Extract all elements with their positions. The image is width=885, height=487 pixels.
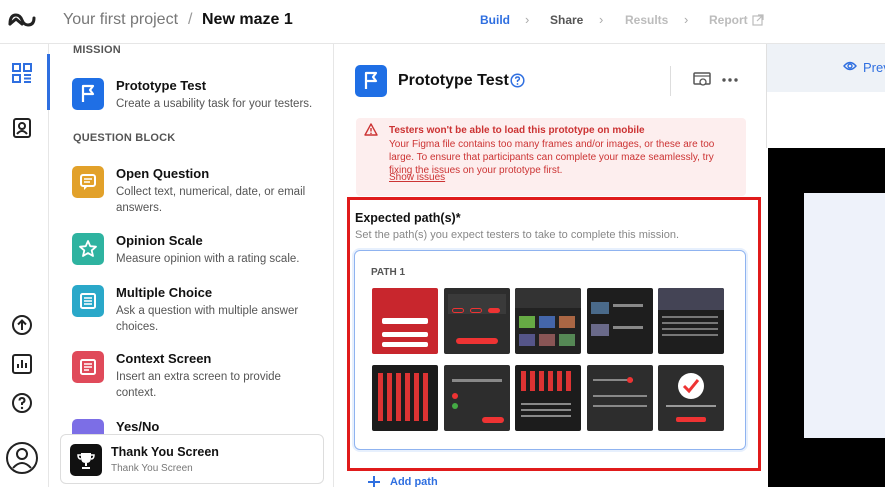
- help-circle-icon[interactable]: [510, 73, 525, 88]
- more-options-icon[interactable]: [722, 77, 738, 83]
- eye-icon: [843, 61, 857, 71]
- show-issues-link[interactable]: Show issues: [389, 172, 445, 183]
- preview-tab[interactable]: Prev: [863, 60, 885, 75]
- chevron-right-icon: ›: [684, 12, 689, 27]
- step-report: Report: [709, 13, 748, 27]
- flag-icon: [72, 78, 104, 110]
- upload-icon[interactable]: [11, 314, 33, 336]
- document-icon: [72, 351, 104, 383]
- chat-icon: [72, 166, 104, 198]
- block-description: Create a usability task for your testers…: [116, 98, 313, 110]
- preview-screen: [804, 193, 885, 438]
- section-heading-mission: MISSION: [73, 44, 121, 56]
- top-bar: Your first project / New maze 1 Build › …: [0, 0, 885, 44]
- preview-header: Prev: [766, 44, 885, 92]
- block-title: Context Screen: [116, 351, 212, 366]
- blocks-panel: MISSION Prototype Test Create a usabilit…: [50, 44, 334, 487]
- block-title: Open Question: [116, 166, 210, 181]
- flag-icon: [355, 65, 387, 97]
- device-preview-icon[interactable]: [693, 72, 711, 88]
- plus-icon[interactable]: [367, 475, 381, 487]
- chevron-right-icon: ›: [525, 12, 530, 27]
- left-nav-rail: [0, 44, 50, 487]
- chevron-right-icon: ›: [599, 12, 604, 27]
- account-icon[interactable]: [5, 441, 39, 475]
- analytics-icon[interactable]: [11, 353, 33, 375]
- block-description: Ask a question with multiple answer choi…: [116, 305, 299, 333]
- block-thank-you-screen[interactable]: Thank You Screen Thank You Screen: [60, 434, 324, 484]
- breadcrumb-maze-title[interactable]: New maze 1: [202, 11, 293, 29]
- trophy-icon: [70, 444, 102, 476]
- thank-you-subtitle: Thank You Screen: [111, 463, 193, 474]
- block-title: Yes/No: [116, 419, 160, 434]
- section-heading-question-block: QUESTION BLOCK: [73, 132, 176, 144]
- editor-title: Prototype Test: [398, 72, 509, 89]
- step-build[interactable]: Build: [480, 13, 510, 27]
- maze-logo-icon[interactable]: [6, 8, 38, 32]
- block-title: Multiple Choice: [116, 285, 213, 300]
- block-title: Prototype Test: [116, 78, 207, 93]
- mobile-warning-banner: Testers won't be able to load this proto…: [356, 118, 746, 196]
- warning-icon: [364, 123, 378, 136]
- step-share[interactable]: Share: [550, 13, 583, 27]
- prototype-preview: [768, 148, 885, 487]
- preview-spacer: [766, 92, 885, 148]
- block-description: Measure opinion with a rating scale.: [116, 253, 300, 265]
- breadcrumb-separator: /: [188, 11, 193, 28]
- block-description: Insert an extra screen to provide contex…: [116, 371, 281, 399]
- thank-you-title: Thank You Screen: [111, 445, 219, 459]
- block-title: Opinion Scale: [116, 233, 203, 248]
- block-description: Collect text, numerical, date, or email …: [116, 186, 306, 214]
- step-results: Results: [625, 13, 669, 27]
- expected-path-highlight: [347, 197, 761, 471]
- templates-icon[interactable]: [11, 117, 33, 139]
- breadcrumb-project[interactable]: Your first project: [63, 11, 178, 29]
- editor-header: Prototype Test: [336, 44, 766, 116]
- external-link-icon: [752, 14, 764, 26]
- blocks-icon[interactable]: [11, 62, 33, 84]
- warning-title: Testers won't be able to load this proto…: [389, 125, 645, 136]
- header-divider: [670, 66, 671, 96]
- star-icon: [72, 233, 104, 265]
- help-icon[interactable]: [11, 392, 33, 414]
- list-icon: [72, 285, 104, 317]
- add-path-button[interactable]: Add path: [390, 476, 438, 487]
